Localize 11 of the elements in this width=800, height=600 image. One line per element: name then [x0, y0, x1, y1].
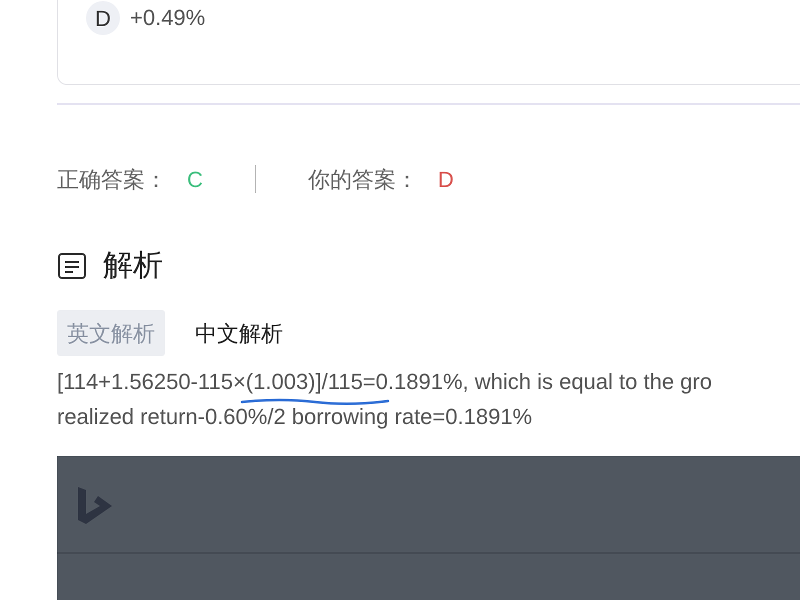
- explanation-text: realized return-0.60%/2 borrowing rate=0.1891%: [57, 404, 532, 430]
- answer-value: D: [438, 166, 454, 194]
- section-title: 解析: [103, 248, 163, 284]
- answer-value: C: [187, 166, 203, 194]
- document-icon: [57, 250, 87, 280]
- option-letter: D: [86, 1, 120, 35]
- explanation-text: [114+1.56250-115×(1.003)]/115=0.1891%, which is equal to the gro: [57, 369, 712, 395]
- explanation-tab[interactable]: 中文解析: [185, 310, 293, 356]
- answer-label: 正确答案：: [57, 166, 167, 194]
- answer-label: 你的答案：: [308, 166, 418, 194]
- option-text: +0.49%: [130, 4, 206, 32]
